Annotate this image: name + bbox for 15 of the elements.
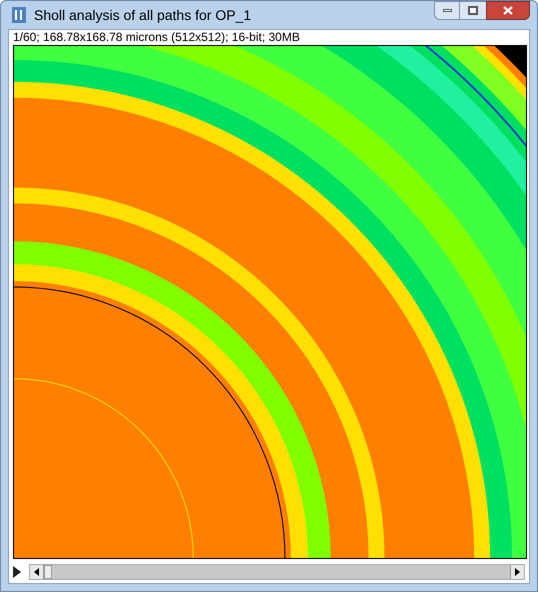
maximize-button[interactable] [460,1,486,20]
right-arrow-icon [515,568,520,576]
window-title: Sholl analysis of all paths for OP_1 [34,6,252,25]
left-arrow-icon [34,568,39,576]
minimize-button[interactable] [434,1,460,20]
scrollbar-thumb[interactable] [44,565,52,579]
play-button[interactable] [13,565,23,579]
slice-scrollbar[interactable] [29,564,525,580]
close-icon [503,6,513,15]
scroll-right-button[interactable] [510,565,524,579]
play-icon [13,566,21,578]
app-icon [12,7,26,23]
close-button[interactable] [486,1,530,20]
scroll-left-button[interactable] [30,565,44,579]
image-info: 1/60; 168.78x168.78 microns (512x512); 16-bit; 30MB [13,30,301,45]
